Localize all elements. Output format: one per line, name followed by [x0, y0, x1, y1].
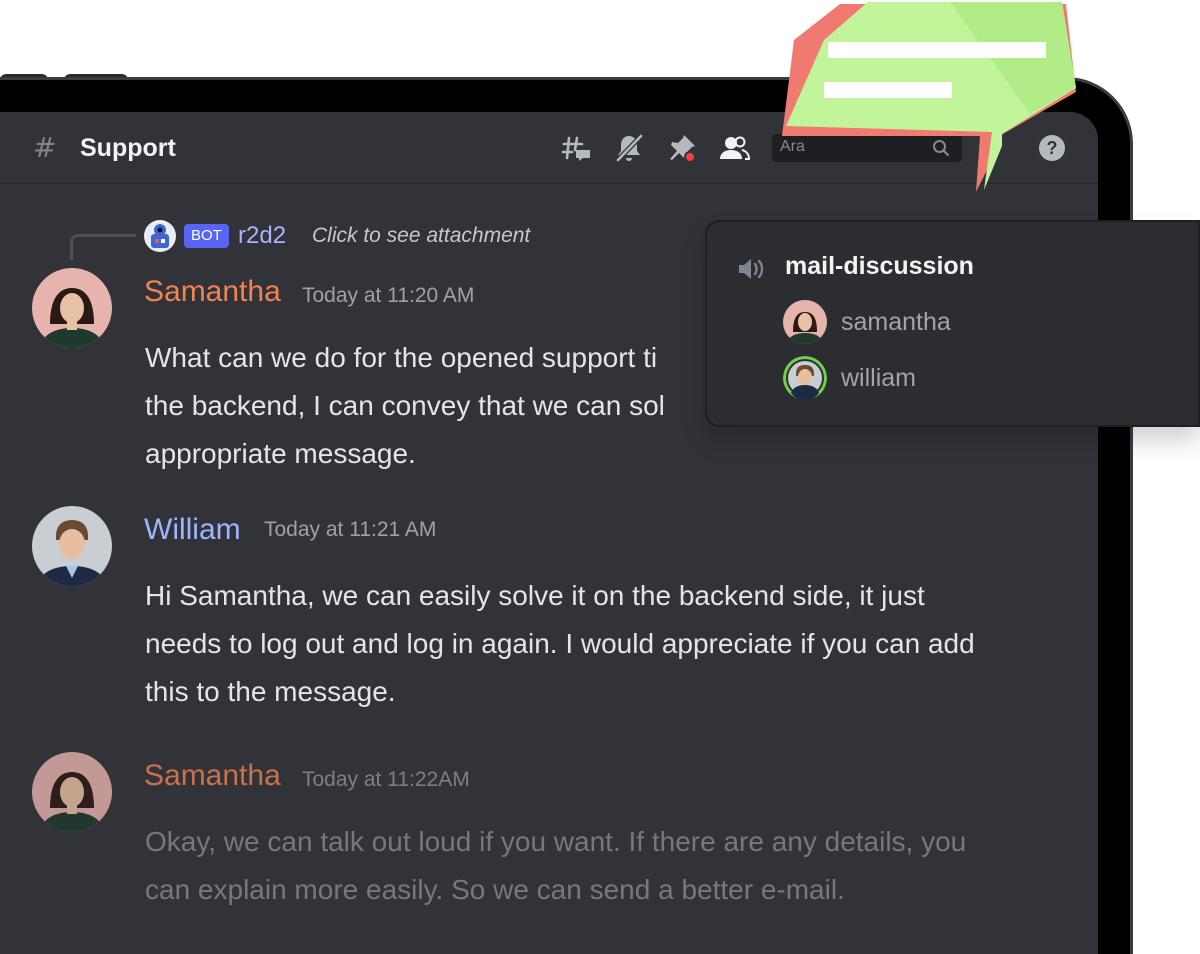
- message-line: can explain more easily. So we can send …: [145, 874, 845, 905]
- avatar: [783, 356, 827, 400]
- member-list-icon[interactable]: [718, 132, 750, 164]
- avatar[interactable]: [32, 506, 112, 586]
- message-line: Okay, we can talk out loud if you want. …: [145, 826, 967, 857]
- bot-avatar[interactable]: [144, 220, 176, 252]
- bot-badge: BOT: [184, 224, 229, 248]
- message-body: Hi Samantha, we can easily solve it on t…: [145, 572, 1045, 716]
- voice-member[interactable]: samantha: [783, 300, 1183, 344]
- channel-title: Support: [80, 134, 176, 162]
- message-line: appropriate message.: [145, 438, 416, 469]
- message-timestamp: Today at 11:20 AM: [302, 284, 475, 307]
- message-body: Okay, we can talk out loud if you want. …: [145, 818, 1045, 914]
- reply-connector: [70, 234, 136, 260]
- message-timestamp: Today at 11:22AM: [302, 768, 470, 791]
- message-line: this to the message.: [145, 676, 396, 707]
- threads-icon[interactable]: [560, 132, 592, 164]
- hash-icon: #: [33, 131, 57, 164]
- avatar: [783, 300, 827, 344]
- speaker-icon: [739, 259, 764, 279]
- voice-channel-popup: mail-discussion samantha william: [705, 220, 1200, 427]
- reply-preview[interactable]: Click to see attachment: [312, 221, 530, 251]
- message-line: Hi Samantha, we can easily solve it on t…: [145, 580, 925, 611]
- voice-member-name: william: [841, 364, 916, 392]
- message-author[interactable]: William: [144, 512, 241, 548]
- voice-member[interactable]: william: [783, 356, 1183, 400]
- message-author[interactable]: Samantha: [144, 274, 281, 310]
- message-author[interactable]: Samantha: [144, 758, 281, 794]
- pin-icon[interactable]: [666, 132, 698, 164]
- voice-channel-name[interactable]: mail-discussion: [785, 250, 974, 282]
- message-line: needs to log out and log in again. I wou…: [145, 628, 975, 659]
- speech-bubble-sticker: [782, 2, 1076, 192]
- avatar[interactable]: [32, 268, 112, 348]
- voice-member-name: samantha: [841, 308, 951, 336]
- app-stage: # Support Ara ? BOT r2d2 Click to see at…: [0, 0, 1200, 954]
- reply-username[interactable]: r2d2: [238, 220, 286, 252]
- message-timestamp: Today at 11:21 AM: [264, 518, 437, 541]
- mute-notifications-icon[interactable]: [613, 132, 645, 164]
- avatar[interactable]: [32, 752, 112, 832]
